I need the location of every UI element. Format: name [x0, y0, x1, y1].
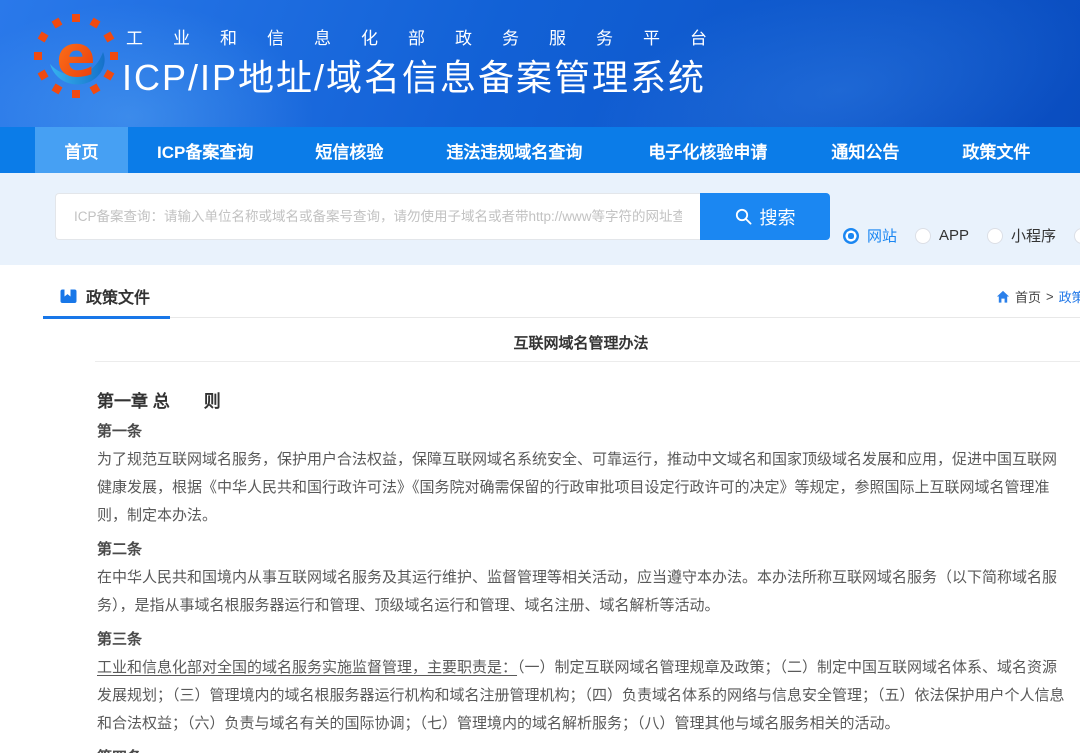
miit-logo-icon: e	[34, 8, 118, 98]
nav-item-home[interactable]: 首页	[35, 127, 128, 173]
nav-item-sms-verify[interactable]: 短信核验	[301, 127, 397, 173]
document-divider	[95, 361, 1080, 362]
breadcrumb: 首页 > 政策文件	[996, 287, 1080, 306]
article-3: 第三条 工业和信息化部对全国的域名服务实施监督管理，主要职责是：（一）制定互联网…	[97, 630, 1065, 738]
radio-option-app[interactable]: APP	[915, 227, 969, 244]
content-area: 政策文件 首页 > 政策文件 互联网域名管理办法 第一章 总 则 第一条 为了规…	[0, 278, 1080, 753]
tab-active-underline	[43, 316, 170, 319]
radio-option-website[interactable]: 网站	[843, 225, 897, 246]
chapter-title: 第一章 总 则	[97, 392, 1080, 412]
underlined-phrase: 工业和信息化部对全国的域名服务实施监督管理，主要职责是：	[97, 659, 517, 676]
search-button-label: 搜索	[760, 204, 796, 230]
section-head: 政策文件 首页 > 政策文件	[0, 278, 1080, 318]
document-title: 互联网域名管理办法	[97, 332, 1065, 353]
home-icon	[996, 290, 1010, 304]
article-1: 第一条 为了规范互联网域名服务，保护用户合法权益，保障互联网域名系统安全、可靠运…	[97, 422, 1065, 530]
radio-unselected-icon	[915, 228, 931, 244]
radio-option-mini-program[interactable]: 小程序	[987, 225, 1056, 246]
nav-item-icp-query[interactable]: ICP备案查询	[143, 127, 267, 173]
system-title: ICP/IP地址/域名信息备案管理系统	[122, 49, 706, 101]
article-text: 在中华人民共和国境内从事互联网域名服务及其运行维护、监督管理等相关活动，应当遵守…	[97, 564, 1065, 620]
svg-text:e: e	[56, 22, 95, 90]
article-label: 第一条	[97, 422, 1065, 442]
article-2: 第二条 在中华人民共和国境内从事互联网域名服务及其运行维护、监督管理等相关活动，…	[97, 540, 1065, 620]
breadcrumb-separator: >	[1046, 289, 1054, 304]
radio-option-quick-app[interactable]: 快应用	[1074, 225, 1080, 246]
radio-unselected-icon	[1074, 228, 1080, 244]
search-type-radio-group: 网站 APP 小程序 快应用	[843, 225, 1080, 246]
nav-item-illegal-domain-query[interactable]: 违法违规域名查询	[432, 127, 596, 173]
search-section: 搜索 网站 APP 小程序 快应用	[0, 173, 1080, 265]
article-text: 为了规范互联网域名服务，保护用户合法权益，保障互联网域名系统安全、可靠运行，推动…	[97, 446, 1065, 530]
site-header: e 工业和信息化部政务服务平台 ICP/IP地址/域名信息备案管理系统	[0, 0, 1080, 127]
nav-item-electronic-verify[interactable]: 电子化核验申请	[634, 127, 781, 173]
search-button[interactable]: 搜索	[700, 193, 830, 240]
tab-policy-documents: 政策文件	[60, 284, 150, 308]
main-nav: 首页 ICP备案查询 短信核验 违法违规域名查询 电子化核验申请 通知公告 政策…	[0, 127, 1080, 173]
article-label: 第三条	[97, 630, 1065, 650]
radio-selected-icon	[843, 228, 859, 244]
section-divider	[43, 317, 1080, 318]
article-label: 第二条	[97, 540, 1065, 560]
breadcrumb-current: 政策文件	[1059, 287, 1080, 306]
article-4: 第四条 各省、自治区、直辖市通信管理局对本行政区域内的域名服务实施监督管理，主要…	[97, 748, 1065, 753]
radio-unselected-icon	[987, 228, 1003, 244]
search-icon	[735, 208, 752, 225]
article-text: 工业和信息化部对全国的域名服务实施监督管理，主要职责是：（一）制定互联网域名管理…	[97, 654, 1065, 738]
nav-item-notices[interactable]: 通知公告	[817, 127, 913, 173]
breadcrumb-home[interactable]: 首页	[1015, 287, 1041, 306]
article-label: 第四条	[97, 748, 1065, 753]
platform-name: 工业和信息化部政务服务平台	[126, 24, 737, 49]
nav-item-policy-documents[interactable]: 政策文件	[948, 127, 1044, 173]
section-title: 政策文件	[86, 284, 150, 308]
book-icon	[60, 288, 77, 304]
page: e 工业和信息化部政务服务平台 ICP/IP地址/域名信息备案管理系统 首页 I…	[0, 0, 1080, 753]
search-input[interactable]	[55, 193, 700, 240]
